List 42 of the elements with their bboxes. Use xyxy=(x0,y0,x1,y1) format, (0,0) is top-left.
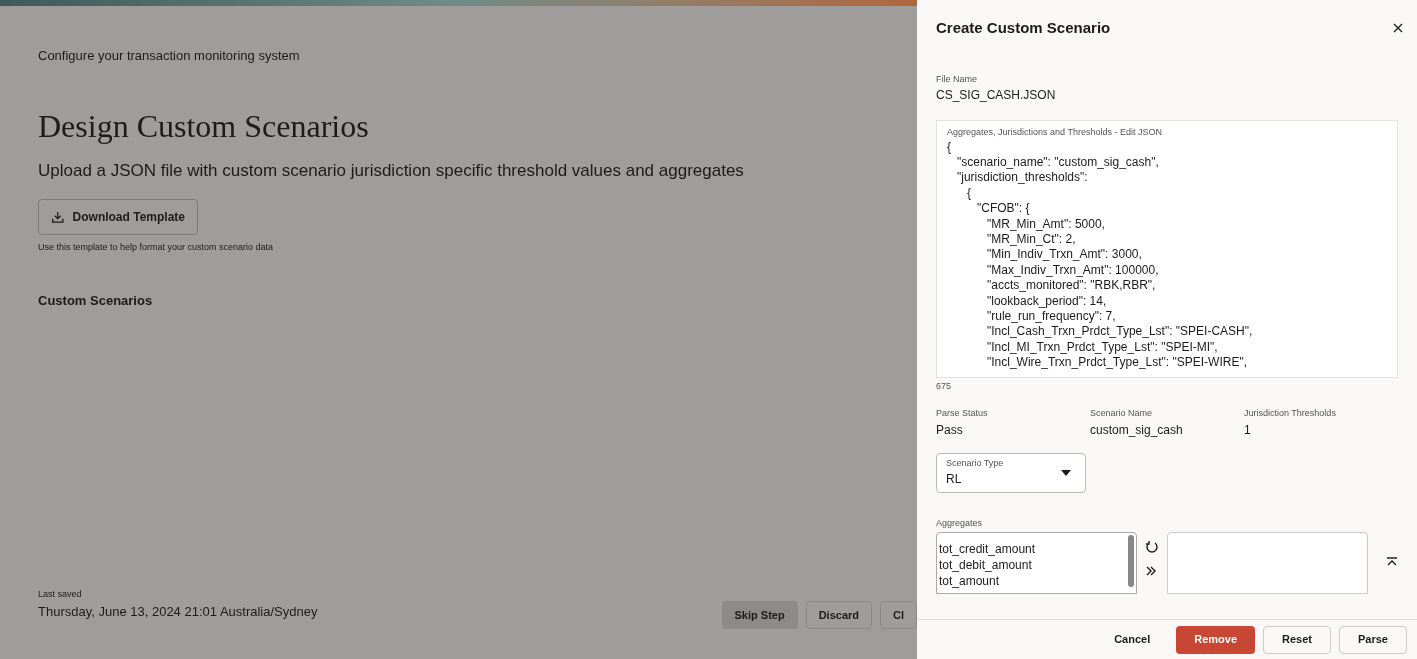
footer-button[interactable]: Discard xyxy=(805,601,872,629)
file-name-label: File Name xyxy=(936,72,978,86)
summary-label: Jurisdiction Thresholds xyxy=(1244,407,1337,421)
page-title: Design Custom Scenarios xyxy=(38,109,370,142)
last-saved-label: Last saved xyxy=(38,588,83,601)
aggregate-option[interactable]: tot_debit_amount xyxy=(939,557,1128,574)
summary-value: 1 xyxy=(1244,421,1252,439)
page-subtitle: Configure your transaction monitoring system xyxy=(38,47,301,65)
aggregate-option[interactable]: tot_credit_amount xyxy=(939,541,1128,558)
close-icon xyxy=(1393,23,1403,34)
download-template-button[interactable]: Download Template xyxy=(38,199,198,235)
panel-footer-button[interactable]: Cancel xyxy=(1096,625,1169,654)
json-editor-label: Aggregates, Jurisdictions and Thresholds - Edit JSON xyxy=(947,126,1163,139)
summary-label: Scenario Name xyxy=(1090,407,1154,421)
scrollbar-thumb[interactable] xyxy=(1128,535,1134,588)
aggregate-option[interactable]: tot_amount xyxy=(939,573,1128,590)
summary-label: Parse Status xyxy=(936,407,989,421)
character-count: 675 xyxy=(936,379,953,393)
page-description: Upload a JSON file with custom scenario jurisdiction specific threshold values and aggregates xyxy=(38,159,745,182)
summary-value: Pass xyxy=(936,421,964,439)
scenario-type-select[interactable]: Scenario Type RL xyxy=(936,452,1086,493)
aggregates-label: Aggregates xyxy=(936,516,984,530)
reset-list-button[interactable] xyxy=(1145,540,1159,555)
panel-footer-button[interactable]: Remove xyxy=(1176,625,1256,654)
panel-title: Create Custom Scenario xyxy=(936,18,1111,38)
section-heading: Custom Scenarios xyxy=(38,291,154,310)
file-name-value: CS_SIG_CASH.JSON xyxy=(936,87,1057,104)
select-value: RL xyxy=(946,471,962,489)
download-icon xyxy=(51,209,65,225)
select-label: Scenario Type xyxy=(946,456,1004,470)
last-saved-value: Thursday, June 13, 2024 21:01 Australia/Sydney xyxy=(38,602,318,621)
footer-button[interactable]: Skip Step xyxy=(721,601,798,629)
json-editor-text: { "scenario_name": "custom_sig_cash", "jurisdiction_thresholds": { "CFOB": { "MR_Min_Amt": 5000, "MR_Min_Ct": 2, "Min_Indiv_Trxn_Amt": 3000, "Max_Indiv_Trxn_Amt": 100000, "accts_monitored": "RBK,RBR", "lookback_period": 14, "rule_run_frequency": 7, "Incl_Cash_Trxn_Prdct_Type_Lst": "SPEI-CASH", "Incl_MI_Trxn_Prdct_Type_Lst": "SPEI-MI", "Incl_Wire_Trxn_Prdct_Type_Lst": "SPEI-WIRE", xyxy=(947,139,1254,371)
summary-value: custom_sig_cash xyxy=(1090,421,1184,439)
download-hint: Use this template to help format your custom scenario data xyxy=(38,241,275,254)
refresh-icon xyxy=(1145,540,1159,555)
caret-icon xyxy=(1061,469,1071,476)
json-editor[interactable] xyxy=(936,120,1398,378)
double-chevron-icon xyxy=(1145,565,1157,578)
collapse-icon xyxy=(1386,557,1398,568)
panel-footer-button[interactable]: Parse xyxy=(1339,625,1407,654)
panel-footer-button[interactable]: Reset xyxy=(1263,625,1331,654)
